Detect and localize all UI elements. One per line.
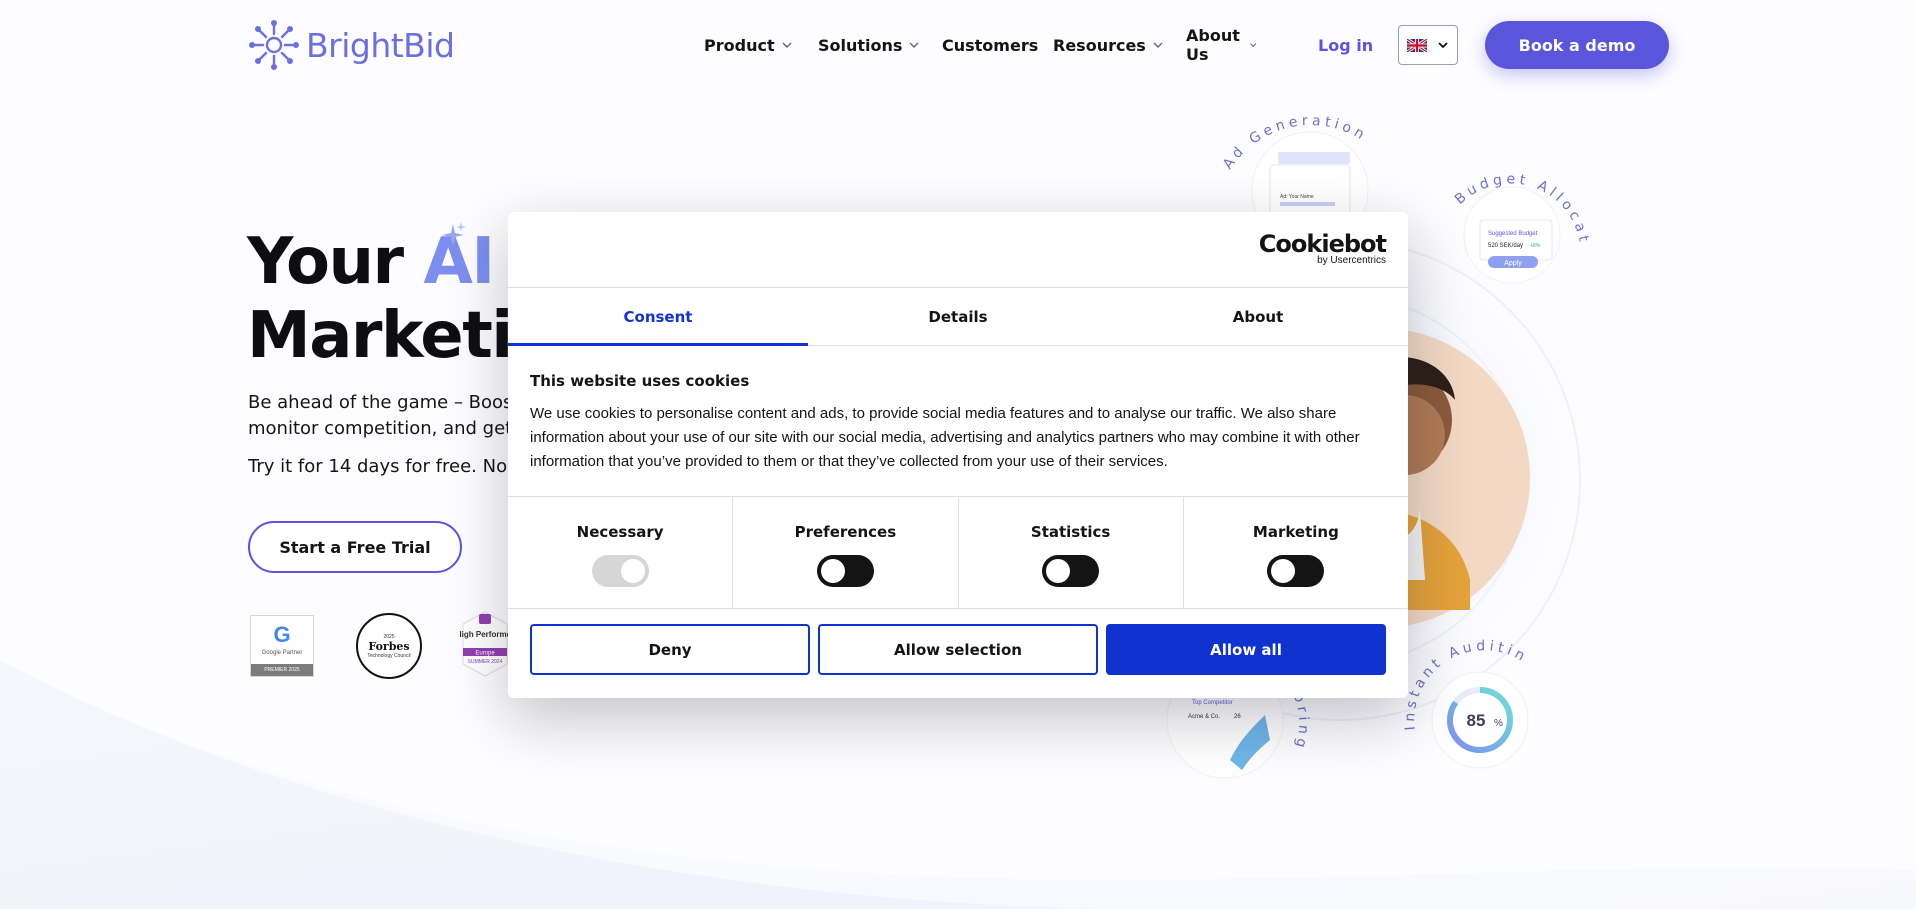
toggle-knob	[620, 559, 645, 583]
necessary-toggle	[591, 555, 649, 587]
suggested-budget-label: Suggested Budget	[1488, 231, 1538, 237]
audit-unit: %	[1494, 718, 1503, 729]
hero-subtitle-line2: monitor competition, and get pe	[248, 418, 541, 439]
nav-label: Solutions	[818, 35, 903, 55]
dialog-body: This website uses cookies We use cookies…	[508, 346, 1408, 496]
g2-high-performer-badge: High Performer Europe SUMMER 2024	[460, 611, 510, 677]
dialog-description: We use cookies to personalise content an…	[530, 405, 1360, 470]
toggle-knob	[820, 559, 845, 583]
statistics-toggle[interactable]	[1042, 555, 1100, 587]
hero-subtitle-line1: Be ahead of the game – Boost y	[248, 392, 536, 413]
tab-about[interactable]: About	[1108, 288, 1408, 345]
brightbid-logo-icon	[249, 20, 299, 70]
category-preferences: Preferences	[733, 497, 959, 608]
google-partner-label: Google Partner	[261, 650, 303, 656]
dialog-title: This website uses cookies	[530, 372, 750, 390]
nav-item-product[interactable]: Product	[704, 28, 793, 62]
hero-title-prefix: Your	[247, 225, 424, 299]
uk-flag-icon	[1407, 38, 1427, 52]
g2-region: Europe	[475, 651, 495, 657]
nav-label: About Us	[1186, 26, 1240, 64]
toggle-knob	[1046, 559, 1071, 583]
google-partner-badge: G Google Partner PREMIER 2025	[250, 615, 314, 677]
nav-item-customers[interactable]: Customers	[942, 28, 1038, 62]
budget-delta: +8%	[1530, 243, 1541, 249]
brand-logo[interactable]: BrightBid	[248, 18, 455, 72]
nav-item-solutions[interactable]: Solutions	[818, 28, 920, 62]
allow-all-button[interactable]: Allow all	[1106, 624, 1386, 675]
cookiebot-name: Cookiebot	[1258, 230, 1387, 258]
category-label: Marketing	[1252, 523, 1339, 541]
sparkle-icon	[442, 222, 466, 246]
preferences-toggle[interactable]	[816, 555, 874, 587]
ad-card-label: Ad: Your Name	[1280, 194, 1314, 200]
nav-item-resources[interactable]: Resources	[1053, 28, 1164, 62]
book-demo-button[interactable]: Book a demo	[1485, 21, 1669, 69]
site-header: BrightBid Product Solutions Customers Re…	[0, 0, 1916, 90]
forbes-sub: Technology Council	[367, 652, 411, 659]
nav-item-about-us[interactable]: About Us	[1186, 26, 1258, 64]
audit-score: 85	[1467, 711, 1486, 730]
chevron-down-icon	[782, 42, 792, 48]
g2-title: High Performer	[460, 630, 510, 639]
nav-label: Customers	[942, 35, 1039, 55]
login-link[interactable]: Log in	[1318, 28, 1373, 62]
marketing-toggle[interactable]	[1267, 555, 1325, 587]
nav-label: Product	[704, 35, 775, 55]
toggle-knob	[1271, 559, 1296, 583]
dialog-tabs: Consent Details About	[508, 288, 1408, 346]
chevron-down-icon	[1250, 43, 1257, 48]
forbes-name: Forbes	[368, 639, 410, 653]
cookie-consent-dialog: Cookiebot by Usercentrics Consent Detail…	[508, 212, 1408, 698]
competitor-name: Acme & Co.	[1188, 714, 1220, 720]
dialog-actions: Deny Allow selection Allow all	[508, 609, 1408, 690]
category-marketing: Marketing	[1184, 497, 1408, 608]
category-statistics: Statistics	[959, 497, 1184, 608]
budget-value: 520 SEK/day	[1488, 243, 1523, 249]
language-select[interactable]	[1398, 25, 1458, 65]
deny-button[interactable]: Deny	[530, 624, 810, 675]
google-g-icon: G	[273, 622, 291, 647]
chevron-down-icon	[909, 42, 919, 48]
tab-consent[interactable]: Consent	[508, 288, 808, 346]
g2-season: SUMMER 2024	[468, 659, 503, 665]
chevron-down-icon	[1438, 42, 1448, 49]
category-label: Statistics	[1030, 523, 1111, 541]
google-partner-footer: PREMIER 2025	[251, 664, 313, 676]
apply-label: Apply	[1504, 260, 1522, 267]
category-label: Preferences	[794, 523, 897, 541]
cookiebot-logo[interactable]: Cookiebot by Usercentrics	[1258, 230, 1387, 266]
allow-selection-button[interactable]: Allow selection	[818, 624, 1098, 675]
chevron-down-icon	[1153, 42, 1163, 48]
hero-trial-text: Try it for 14 days for free. No cre	[248, 456, 541, 477]
start-free-trial-button[interactable]: Start a Free Trial	[248, 521, 462, 573]
forbes-council-badge: 2025 Forbes Technology Council	[356, 613, 422, 679]
competitor-value: 26	[1234, 714, 1241, 720]
cookie-category-toggles: Necessary Preferences Statistics Marketi…	[508, 496, 1408, 609]
category-necessary: Necessary	[508, 497, 734, 608]
brand-name: BrightBid	[306, 25, 455, 65]
dialog-header: Cookiebot by Usercentrics	[508, 212, 1408, 288]
top-competitor-label: Top Competitor	[1192, 700, 1233, 706]
category-label: Necessary	[576, 523, 664, 541]
tab-details[interactable]: Details	[808, 288, 1108, 345]
nav-label: Resources	[1053, 35, 1146, 55]
